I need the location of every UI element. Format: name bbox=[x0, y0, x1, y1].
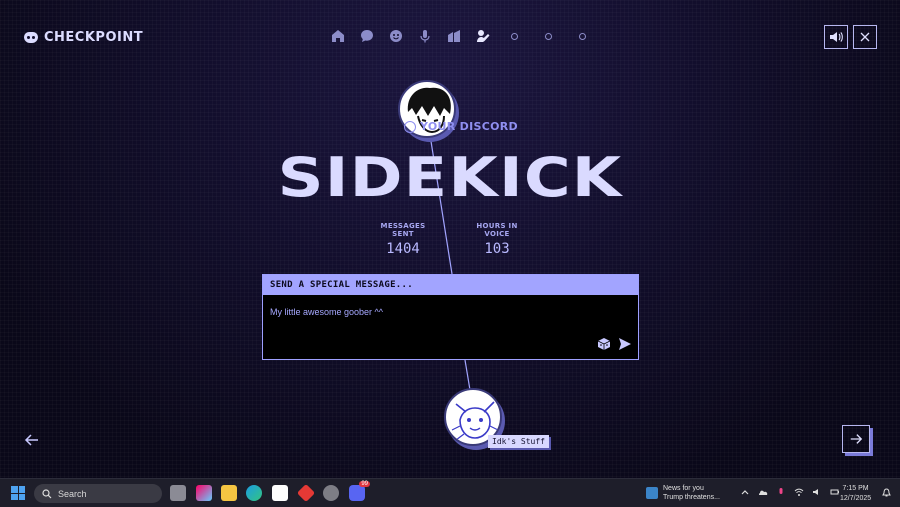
previous-arrow-icon[interactable] bbox=[24, 432, 40, 448]
discord-mini-icon bbox=[404, 120, 416, 133]
close-button[interactable] bbox=[853, 25, 877, 49]
page-title: SIDEKICK bbox=[277, 146, 623, 209]
message-header: SEND A SPECIAL MESSAGE... bbox=[263, 275, 638, 295]
onedrive-icon[interactable] bbox=[758, 487, 768, 497]
send-icon[interactable] bbox=[618, 337, 632, 351]
top-navigation bbox=[330, 28, 593, 44]
microphone-icon[interactable] bbox=[417, 28, 433, 44]
chat-bubble-icon[interactable] bbox=[359, 28, 375, 44]
edge-icon[interactable] bbox=[246, 485, 262, 501]
clock-time: 7:15 PM bbox=[842, 485, 869, 492]
friend-name-tag: Idk's Stuff bbox=[488, 435, 549, 448]
checkpoint-screen: CHECKPOINT YOUR DISCORD SIDEKICK MESSAGE… bbox=[0, 0, 900, 478]
news-widget[interactable]: News for you Trump threatens... bbox=[646, 484, 720, 502]
stat-label: MESSAGES SENT bbox=[380, 222, 426, 238]
news-headline: Trump threatens... bbox=[663, 494, 720, 501]
chevron-up-icon[interactable] bbox=[740, 487, 750, 497]
kicker-text: YOUR DISCORD bbox=[420, 120, 518, 133]
clock-date: 12/7/2025 bbox=[840, 495, 872, 502]
copilot-icon[interactable] bbox=[196, 485, 212, 501]
system-clock[interactable]: 7:15 PM 12/7/2025 bbox=[840, 484, 871, 504]
system-tray bbox=[740, 487, 840, 497]
taskbar-search[interactable]: Search bbox=[34, 484, 162, 503]
nav-dot-1[interactable] bbox=[511, 32, 518, 40]
nav-dot-2[interactable] bbox=[545, 32, 552, 40]
search-icon bbox=[42, 488, 52, 498]
search-placeholder: Search bbox=[58, 488, 87, 499]
message-input[interactable] bbox=[270, 303, 590, 321]
discord-taskbar-icon[interactable]: 99 bbox=[349, 481, 370, 501]
settings-gear-icon[interactable] bbox=[323, 485, 339, 501]
stat-hours-in-voice: HOURS IN VOICE 103 bbox=[466, 222, 528, 257]
sound-button[interactable] bbox=[824, 25, 848, 49]
windows-start-icon[interactable] bbox=[11, 486, 25, 500]
profile-icon[interactable] bbox=[475, 28, 491, 44]
next-arrow-icon bbox=[850, 434, 863, 444]
notification-badge: 99 bbox=[359, 481, 370, 487]
apps-icon[interactable] bbox=[446, 28, 462, 44]
speaker-icon bbox=[830, 32, 843, 42]
store-icon[interactable] bbox=[272, 485, 288, 501]
wifi-icon[interactable] bbox=[794, 487, 804, 497]
stat-label: HOURS IN VOICE bbox=[476, 222, 518, 238]
emoji-icon[interactable] bbox=[388, 28, 404, 44]
stat-messages-sent: MESSAGES SENT 1404 bbox=[372, 222, 434, 257]
sidekick-kicker: YOUR DISCORD bbox=[404, 120, 518, 133]
microphone-tray-icon[interactable] bbox=[776, 487, 786, 497]
dice-icon[interactable] bbox=[597, 337, 611, 351]
discord-logo-icon bbox=[24, 32, 38, 43]
notification-bell-icon[interactable] bbox=[882, 488, 891, 498]
brand-name: CHECKPOINT bbox=[44, 30, 144, 45]
task-view-icon[interactable] bbox=[170, 485, 186, 501]
stat-value: 1404 bbox=[386, 241, 420, 257]
next-button[interactable] bbox=[842, 425, 870, 453]
nav-dot-3[interactable] bbox=[579, 32, 586, 40]
home-icon[interactable] bbox=[330, 28, 346, 44]
special-message-panel: SEND A SPECIAL MESSAGE... bbox=[262, 274, 639, 360]
battery-icon[interactable] bbox=[830, 487, 840, 497]
app-red-icon[interactable] bbox=[296, 483, 316, 503]
close-icon bbox=[860, 32, 870, 42]
brand: CHECKPOINT bbox=[24, 30, 143, 45]
file-explorer-icon[interactable] bbox=[221, 485, 237, 501]
news-icon bbox=[646, 487, 658, 499]
news-title: News for you bbox=[663, 485, 704, 492]
taskbar: Search 99 News for you Trump threatens..… bbox=[0, 478, 900, 507]
stat-value: 103 bbox=[484, 241, 510, 257]
volume-icon[interactable] bbox=[812, 487, 822, 497]
